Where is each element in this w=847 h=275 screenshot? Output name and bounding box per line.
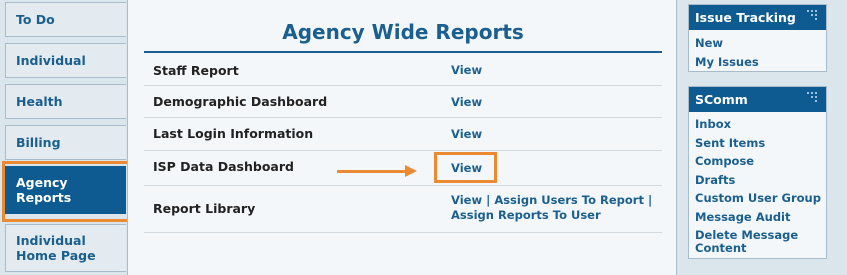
link-separator: | [647,193,653,207]
tab-label: Health [16,94,63,109]
page-title: Agency Wide Reports [144,18,662,53]
report-name: ISP Data Dashboard [153,159,294,174]
tab-billing[interactable]: Billing [5,125,126,160]
report-name: Report Library [153,201,256,216]
assign-reports-link[interactable]: Assign Reports To User [451,208,601,222]
tab-label: Individual Home Page [16,233,96,263]
item-line1: Delete Message [695,228,799,242]
report-name: Demographic Dashboard [153,94,328,109]
scrollbar[interactable] [832,0,847,275]
report-name: Last Login Information [153,126,314,141]
scomm-item-custom-group[interactable]: Custom User Group [695,192,826,205]
scomm-item-delete-content[interactable]: Delete Message Content [695,229,826,255]
tab-health[interactable]: Health [5,84,126,119]
tab-label-line2: Reports [16,190,72,205]
view-link[interactable]: View [451,127,482,141]
scomm-item-message-audit[interactable]: Message Audit [695,210,826,224]
issue-item-new[interactable]: New [695,37,826,50]
grip-icon[interactable] [807,92,821,106]
panel-title: Issue Tracking [695,10,796,25]
table-row: Demographic Dashboard View [144,86,662,118]
scomm-panel: SComm Inbox Sent Items Compose Drafts Cu… [688,86,827,259]
assign-users-link[interactable]: Assign Users To Report [494,193,644,207]
tab-to-do[interactable]: To Do [5,2,126,37]
report-name: Staff Report [153,63,239,78]
view-link[interactable]: View [451,95,482,109]
scomm-item-compose[interactable]: Compose [695,155,826,168]
panel-title: SComm [695,92,748,107]
tab-label: To Do [16,12,55,27]
tab-label-line2: Home Page [16,248,96,263]
issue-tracking-panel: Issue Tracking New My Issues [688,4,827,72]
link-separator: | [486,193,491,207]
tab-agency-reports[interactable]: Agency Reports [5,166,126,214]
table-row: Report Library View | Assign Users To Re… [144,186,662,233]
grip-icon[interactable] [807,10,821,24]
table-row: Last Login Information View [144,118,662,151]
tab-label: Agency Reports [16,175,71,205]
tab-label-line1: Individual [16,233,86,248]
tab-label: Billing [16,135,61,150]
scomm-item-sent[interactable]: Sent Items [695,136,826,150]
issue-item-my-issues[interactable]: My Issues [695,55,826,69]
item-line2: Content [695,241,747,255]
arrow-head-icon [405,165,417,177]
table-row: Staff Report View [144,55,662,86]
view-link[interactable]: View [451,161,482,175]
view-link[interactable]: View [451,63,482,77]
table-row: ISP Data Dashboard View [144,151,662,186]
scomm-item-drafts[interactable]: Drafts [695,173,826,187]
tab-individual[interactable]: Individual [5,43,126,78]
arrow-icon [337,170,407,173]
tab-individual-home-page[interactable]: Individual Home Page [5,224,126,272]
panel-header: Issue Tracking [689,5,826,30]
tab-label-line1: Agency [16,175,68,190]
tab-label: Individual [16,53,86,68]
scomm-item-inbox[interactable]: Inbox [695,118,826,131]
main-panel: Agency Wide Reports Staff Report View De… [127,0,677,275]
panel-header: SComm [689,87,826,112]
view-link[interactable]: View [451,193,482,207]
